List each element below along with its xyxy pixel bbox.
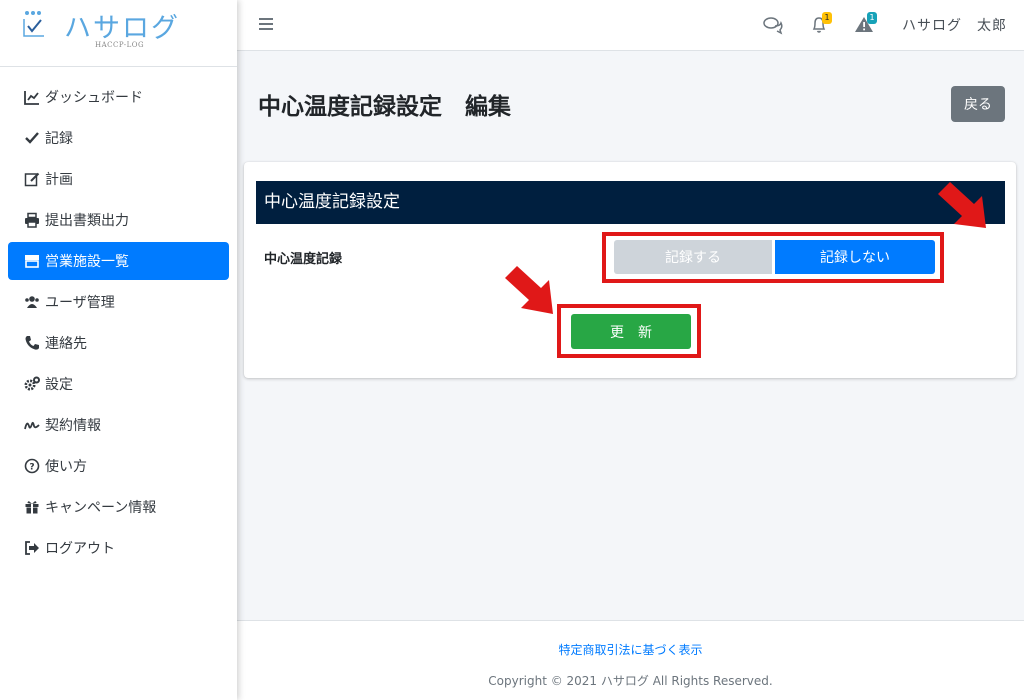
brand[interactable]: ハサログ HACCP-LOG: [0, 0, 237, 67]
sidebar-item-label: キャンペーン情報: [45, 500, 157, 516]
sidebar-nav: ダッシュボード 記録 計画 提出書類出力 営業施設一覧 ユーザ管理 連絡先 設定…: [0, 67, 237, 567]
brand-subtitle: HACCP-LOG: [95, 41, 145, 49]
sidebar-item-label: 設定: [45, 377, 73, 393]
gears-icon: [23, 375, 41, 393]
question-circle-icon: ?: [23, 457, 41, 475]
notifications-badge: 1: [822, 12, 832, 24]
phone-icon: [23, 334, 41, 352]
highlight-box-toggle: [602, 232, 944, 283]
sidebar-item-records[interactable]: 記録: [8, 119, 229, 157]
chart-line-icon: [23, 88, 41, 106]
sidebar: ハサログ HACCP-LOG ダッシュボード 記録 計画 提出書類出力 営業施設…: [0, 0, 237, 700]
footer: 特定商取引法に基づく表示 Copyright © 2021 ハサログ All R…: [237, 620, 1024, 700]
sidebar-item-users[interactable]: ユーザ管理: [8, 283, 229, 321]
sidebar-item-label: ダッシュボード: [45, 90, 143, 106]
sign-out-icon: [23, 539, 41, 557]
comments-icon: [763, 17, 783, 35]
sidebar-item-label: ユーザ管理: [45, 295, 115, 311]
hamburger-menu-icon[interactable]: [258, 15, 276, 33]
users-icon: [23, 293, 41, 311]
page-title: 中心温度記録設定 編集: [258, 94, 511, 120]
sidebar-item-settings[interactable]: 設定: [8, 365, 229, 403]
svg-text:?: ?: [29, 463, 34, 473]
alerts-badge: 1: [867, 12, 877, 24]
user-menu[interactable]: ハサログ 太郎: [902, 15, 1007, 35]
copyright-text: Copyright © 2021 ハサログ All Rights Reserve…: [488, 674, 773, 688]
sidebar-item-label: 計画: [45, 172, 73, 188]
sidebar-item-contacts[interactable]: 連絡先: [8, 324, 229, 362]
sidebar-item-contract[interactable]: 契約情報: [8, 406, 229, 444]
sidebar-item-campaign[interactable]: キャンペーン情報: [8, 488, 229, 526]
sidebar-item-facilities[interactable]: 営業施設一覧: [8, 242, 229, 280]
sidebar-item-documents[interactable]: 提出書類出力: [8, 201, 229, 239]
arrow-annotation-icon: [938, 182, 986, 228]
signature-icon: [23, 416, 41, 434]
messages-button[interactable]: [762, 14, 784, 36]
card-header: 中心温度記録設定: [256, 181, 1005, 224]
sidebar-item-label: 連絡先: [45, 336, 87, 352]
sidebar-item-label: 提出書類出力: [45, 213, 129, 229]
sidebar-item-label: 営業施設一覧: [45, 254, 129, 270]
check-icon: [23, 129, 41, 147]
sidebar-item-label: 記録: [45, 131, 73, 147]
printer-icon: [23, 211, 41, 229]
arrow-annotation-icon: [505, 266, 553, 314]
sidebar-item-label: ログアウト: [45, 541, 115, 557]
alerts-button[interactable]: 1: [854, 12, 877, 36]
sidebar-item-logout[interactable]: ログアウト: [8, 529, 229, 567]
sidebar-item-help[interactable]: ? 使い方: [8, 447, 229, 485]
brand-name: ハサログ: [64, 13, 180, 44]
back-button[interactable]: 戻る: [951, 86, 1005, 122]
sidebar-item-plan[interactable]: 計画: [8, 160, 229, 198]
highlight-box-update: [557, 304, 701, 358]
gift-icon: [23, 498, 41, 516]
store-icon: [23, 252, 41, 270]
logo-icon: [23, 11, 44, 37]
field-label: 中心温度記録: [264, 252, 343, 267]
sidebar-item-dashboard[interactable]: ダッシュボード: [8, 78, 229, 116]
edit-icon: [23, 170, 41, 188]
sidebar-item-label: 契約情報: [45, 418, 101, 434]
commercial-law-link[interactable]: 特定商取引法に基づく表示: [237, 641, 1024, 658]
sidebar-item-label: 使い方: [45, 459, 87, 475]
settings-card: 中心温度記録設定 中心温度記録 記録する 記録しない 更 新: [244, 162, 1016, 378]
notifications-button[interactable]: 1: [809, 12, 832, 36]
top-navbar: 1 1 ハサログ 太郎: [237, 0, 1024, 51]
